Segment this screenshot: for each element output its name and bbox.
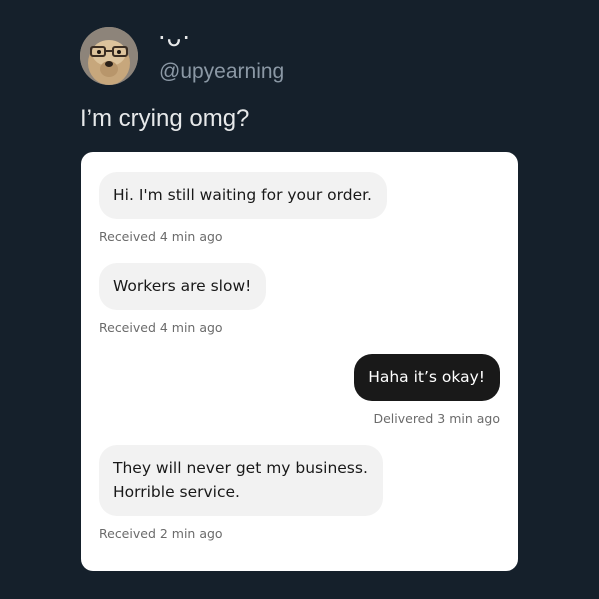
user-handle[interactable]: @upyearning	[159, 59, 284, 85]
message-bubble-incoming: They will never get my business. Horribl…	[99, 445, 383, 516]
message-text: Haha it’s okay!	[368, 368, 485, 386]
message-bubble-incoming: Hi. I'm still waiting for your order.	[99, 172, 387, 219]
avatar[interactable]	[80, 27, 138, 85]
message-text: Horrible service.	[113, 483, 240, 501]
message-text: Hi. I'm still waiting for your order.	[113, 186, 372, 204]
message-text: They will never get my business.	[113, 459, 368, 477]
message-text: Workers are slow!	[113, 277, 252, 295]
message-bubble-outgoing: Haha it’s okay!	[354, 354, 500, 401]
tweet-text: I’m crying omg?	[80, 105, 250, 132]
dog-with-glasses-icon	[80, 27, 138, 85]
message-status: Received 2 min ago	[99, 526, 223, 541]
screenshot-card: Hi. I'm still waiting for your order. Re…	[81, 152, 518, 571]
message-bubble-incoming: Workers are slow!	[99, 263, 267, 310]
display-name[interactable]: ·ᴗ·	[158, 25, 191, 51]
message-status: Received 4 min ago	[99, 320, 223, 335]
message-status: Delivered 3 min ago	[373, 411, 500, 426]
message-status: Received 4 min ago	[99, 229, 223, 244]
